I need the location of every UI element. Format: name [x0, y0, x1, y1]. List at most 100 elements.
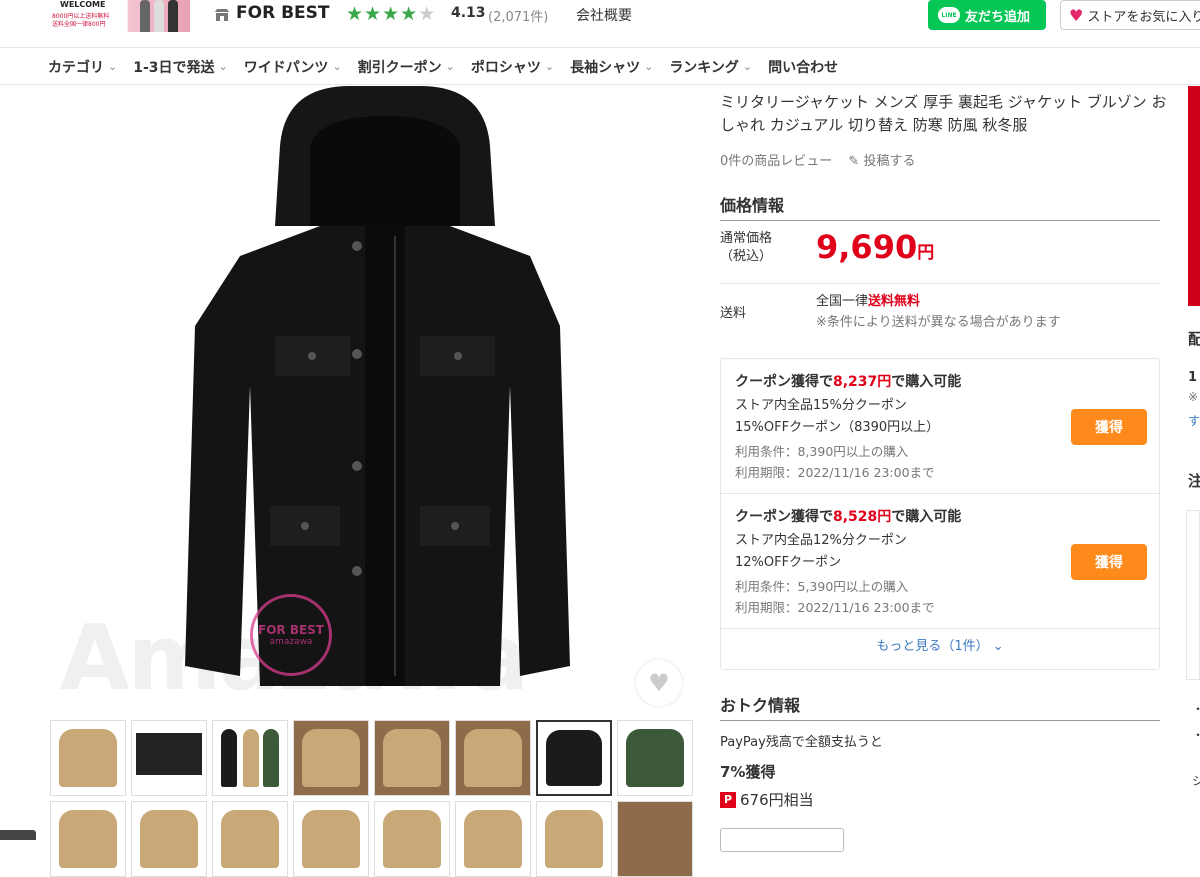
- review-count[interactable]: 0件の商品レビュー: [720, 154, 832, 169]
- side-bullet: ・: [1192, 700, 1200, 717]
- thumbnail[interactable]: [293, 720, 369, 796]
- free-shipping-label: 送料無料: [868, 294, 921, 309]
- get-coupon-button[interactable]: 獲得: [1071, 409, 1147, 445]
- thumbnail-image: [626, 729, 684, 787]
- thumbnail[interactable]: [455, 720, 531, 796]
- more-coupons-link[interactable]: もっと見る（1件） ⌄: [721, 635, 1159, 654]
- store-header: WELCOME 8000円以上送料無料 送料全国一律800円 FOR BEST …: [0, 0, 1200, 48]
- thumbnail-image: [136, 733, 202, 775]
- product-title: ミリタリージャケット メンズ 厚手 裏起毛 ジャケット ブルゾン おしゃれ カジ…: [720, 93, 1167, 134]
- thumbnail-image: [221, 810, 279, 868]
- coupon-head-suffix: で購入可能: [891, 509, 962, 525]
- nav-item[interactable]: ランキング ⌄: [669, 57, 752, 77]
- side-banner[interactable]: [1188, 86, 1200, 306]
- nav-item-label: 問い合わせ: [768, 59, 839, 76]
- nav-item-label: カテゴリ: [48, 59, 104, 76]
- price-row: 通常価格 （税込） 9,690円: [720, 222, 1160, 284]
- points-value: 676円相当: [740, 791, 814, 809]
- heart-icon: ♥: [1069, 5, 1084, 25]
- thumbnail-image: [263, 729, 279, 787]
- chevron-down-icon: ⌄: [445, 60, 455, 73]
- thumbnail[interactable]: [374, 720, 450, 796]
- nav-item[interactable]: ワイドパンツ ⌄: [244, 57, 342, 77]
- details-button[interactable]: [720, 828, 844, 852]
- chevron-down-icon: ⌄: [644, 60, 654, 73]
- line-button-label: 友だち追加: [965, 9, 1031, 25]
- thumbnail[interactable]: [131, 720, 207, 796]
- thumbnail[interactable]: [212, 720, 288, 796]
- chevron-down-icon: ⌄: [108, 60, 118, 73]
- thumbnail-image: [302, 810, 360, 868]
- store-name[interactable]: FOR BEST: [236, 3, 329, 23]
- thumbnail-image: [221, 729, 237, 787]
- coupon-expiry: 利用期限：2022/11/16 23:00まで: [735, 600, 935, 615]
- thumbnail-image: [59, 729, 117, 787]
- store-icon: [215, 9, 229, 21]
- rating-value: 4.13: [451, 5, 486, 21]
- nav-item[interactable]: 長袖シャツ ⌄: [570, 57, 653, 77]
- price-label-line: （税込）: [720, 249, 773, 264]
- side-link[interactable]: す: [1188, 412, 1200, 429]
- review-summary: 0件の商品レビュー ✎ 投稿する: [720, 150, 915, 169]
- nav-item-label: ワイドパンツ: [243, 59, 329, 76]
- thumbnail[interactable]: [617, 801, 693, 877]
- nav-item[interactable]: 1-3日で発送 ⌄: [133, 57, 228, 77]
- price-unit: 円: [917, 243, 935, 263]
- get-coupon-button[interactable]: 獲得: [1071, 544, 1147, 580]
- coupon-box: クーポン獲得で8,237円で購入可能 ストア内全品15%分クーポン 15%OFF…: [720, 358, 1160, 670]
- post-review-link[interactable]: ✎ 投稿する: [848, 154, 915, 169]
- product-main-image[interactable]: Amazawa FOR BEST amazawa ♥: [50, 86, 690, 712]
- price-number: 9,690: [816, 228, 918, 266]
- thumbnail[interactable]: [293, 801, 369, 877]
- rating-count[interactable]: (2,071件): [488, 6, 548, 25]
- points-row: P 676円相当: [720, 789, 814, 810]
- star-icon: ★: [400, 3, 419, 25]
- price-value: 9,690円: [816, 228, 934, 266]
- favorite-store-button[interactable]: ♥ ストアをお気に入り: [1060, 0, 1200, 30]
- nav-item[interactable]: カテゴリ ⌄: [48, 57, 117, 77]
- shipping-info: 全国一律送料無料: [816, 290, 920, 309]
- nav-item[interactable]: ポロシャツ ⌄: [471, 57, 554, 77]
- line-add-friend-button[interactable]: LINE 友だち追加: [928, 0, 1046, 30]
- star-icon: ★: [364, 3, 383, 25]
- shipping-note: ※条件により送料が異なる場合があります: [816, 315, 1061, 330]
- thumbnail[interactable]: [374, 801, 450, 877]
- star-icon: ★: [346, 3, 365, 25]
- image-favorite-button[interactable]: ♥: [636, 660, 682, 706]
- coupon-item: クーポン獲得で8,237円で購入可能 ストア内全品15%分クーポン 15%OFF…: [721, 359, 1159, 494]
- thumbnail-image: [618, 802, 692, 876]
- nav-item[interactable]: 割引クーポン ⌄: [358, 57, 455, 77]
- company-info-link[interactable]: 会社概要: [576, 5, 632, 25]
- deals-heading: おトク情報: [720, 692, 1160, 721]
- banner-line: 送料全国一律800円: [52, 21, 106, 28]
- paypay-points-icon: P: [720, 791, 736, 808]
- nav-item[interactable]: 問い合わせ: [768, 57, 838, 77]
- thumbnail[interactable]: [50, 801, 126, 877]
- stamp-brand: FOR BEST: [258, 623, 324, 637]
- thumbnail[interactable]: [536, 801, 612, 877]
- thumbnail[interactable]: [617, 720, 693, 796]
- thumbnail[interactable]: [212, 801, 288, 877]
- nav-item-label: 長袖シャツ: [570, 59, 641, 76]
- welcome-banner[interactable]: WELCOME 8000円以上送料無料 送料全国一律800円: [50, 0, 190, 32]
- chevron-down-icon: ⌄: [218, 60, 228, 73]
- side-text: 1: [1188, 370, 1198, 385]
- thumbnail[interactable]: [50, 720, 126, 796]
- banner-model-figure: [168, 0, 178, 32]
- thumbnail[interactable]: [455, 801, 531, 877]
- side-panel: [1186, 510, 1200, 680]
- price-label: 通常価格 （税込）: [720, 230, 772, 266]
- paypay-text: PayPay残高で全額支払うと: [720, 735, 883, 750]
- shipping-row: 送料 全国一律送料無料 ※条件により送料が異なる場合があります: [720, 286, 1160, 340]
- thumbnail[interactable]: [131, 801, 207, 877]
- coupon-head-prefix: クーポン獲得で: [735, 374, 833, 390]
- post-review-label: 投稿する: [863, 154, 916, 169]
- thumbnail-selected[interactable]: [536, 720, 612, 796]
- coupon-headline: クーポン獲得で8,237円で購入可能: [735, 371, 1159, 391]
- thumbnail-image: [464, 810, 522, 868]
- side-bullet: ・: [1192, 726, 1200, 743]
- coupon-headline: クーポン獲得で8,528円で購入可能: [735, 506, 1159, 526]
- nav-item-label: 1-3日で発送: [133, 59, 215, 76]
- thumbnail-image: [545, 810, 603, 868]
- side-heading: 配: [1188, 330, 1200, 348]
